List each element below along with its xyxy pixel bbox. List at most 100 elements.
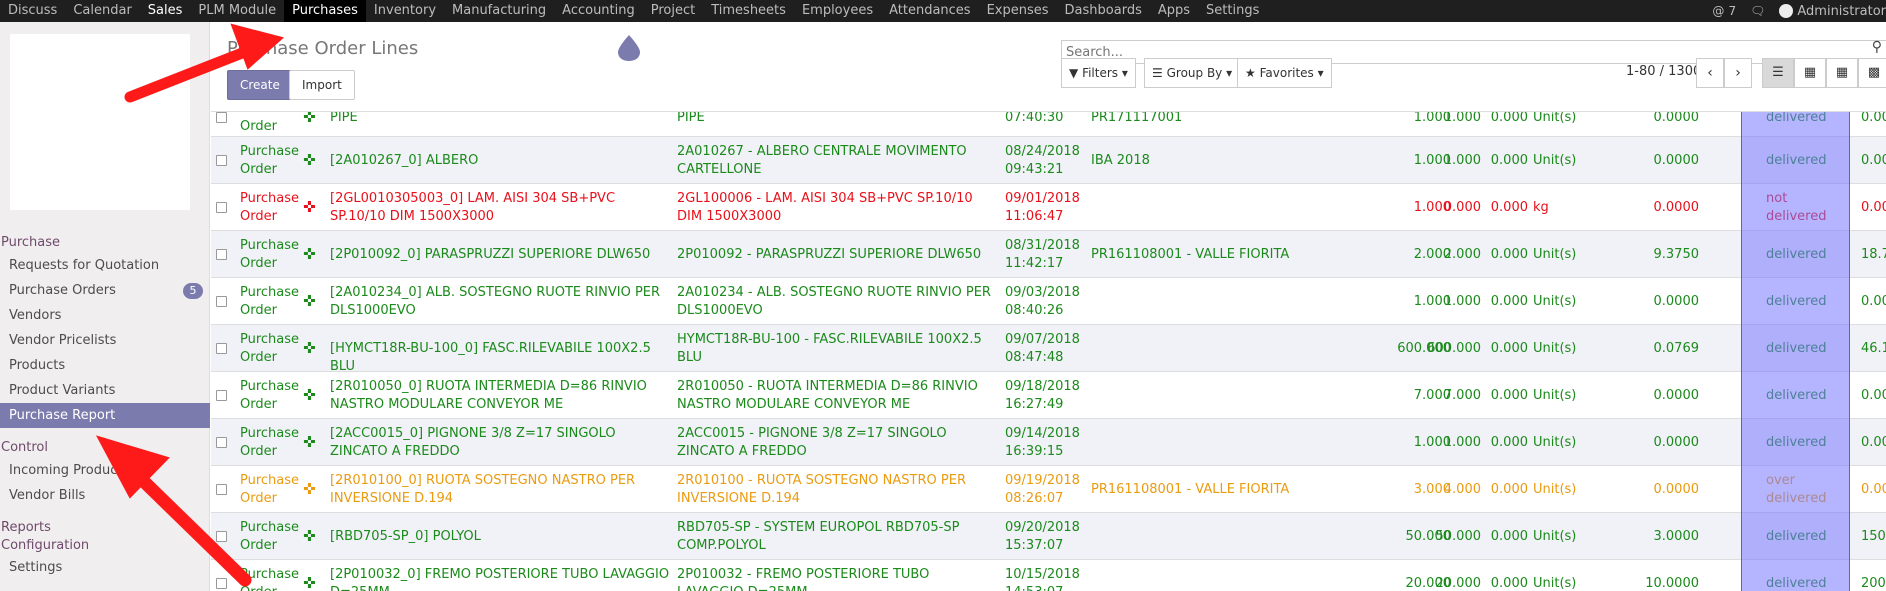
- sidebar-item-vendor-pricelists[interactable]: Vendor Pricelists: [0, 328, 210, 353]
- move-handle-icon[interactable]: ✜: [303, 480, 316, 498]
- menu-sales[interactable]: Sales: [140, 0, 191, 22]
- pager-next-button[interactable]: ›: [1724, 58, 1752, 88]
- table-row[interactable]: Purchase Order ✜ [2ACC0015_0] PIGNONE 3/8 …: [211, 419, 1886, 466]
- description-cell: 2GL100006 - LAM. AISI 304 SB+PVC SP.10/1…: [677, 190, 973, 224]
- graph-view-button[interactable]: ▩: [1858, 58, 1886, 88]
- date-cell: 09/14/2018 16:39:15: [1005, 425, 1080, 459]
- unit-price-cell: 0.0000: [1653, 387, 1700, 403]
- menu-attendances[interactable]: Attendances: [881, 0, 978, 22]
- chat-icon[interactable]: 🗨: [1750, 4, 1765, 18]
- order-cell: Purchase Order: [240, 425, 300, 459]
- table-row[interactable]: Purchase Order ✜ [2GL0010305003_0] LAM. AI…: [211, 184, 1886, 231]
- pivot-view-button[interactable]: ▦: [1826, 58, 1858, 88]
- row-checkbox[interactable]: [216, 201, 227, 213]
- subtotal-cell: 46.14: [1861, 340, 1886, 356]
- menu-inventory[interactable]: Inventory: [366, 0, 444, 22]
- uom-cell: Unit(s): [1533, 112, 1577, 125]
- menu-accounting[interactable]: Accounting: [554, 0, 643, 22]
- row-checkbox[interactable]: [216, 295, 227, 307]
- row-checkbox[interactable]: [216, 577, 227, 589]
- table-row[interactable]: Purchase Order ✜ [RBD705-SP_0] POLYOL RBD70…: [211, 513, 1886, 560]
- import-button[interactable]: Import: [289, 70, 355, 100]
- move-handle-icon[interactable]: ✜: [303, 112, 316, 126]
- control-panel: Purchase Order Lines Create Import ⚲ ▼ F…: [211, 22, 1886, 112]
- reference-cell: PR161108001 - VALLE FIORITA: [1091, 481, 1290, 497]
- search-icon[interactable]: ⚲: [1872, 39, 1882, 55]
- sidebar-item-vendor-bills[interactable]: Vendor Bills: [0, 483, 210, 508]
- row-checkbox[interactable]: [216, 436, 227, 448]
- menu-plm-module[interactable]: PLM Module: [190, 0, 284, 22]
- move-handle-icon[interactable]: ✜: [303, 527, 316, 545]
- row-checkbox[interactable]: [216, 154, 227, 166]
- sidebar-item-product-variants[interactable]: Product Variants: [0, 378, 210, 403]
- row-checkbox[interactable]: [216, 112, 227, 123]
- sidebar-item-purchase-report[interactable]: Purchase Report: [0, 403, 210, 428]
- move-handle-icon[interactable]: ✜: [303, 292, 316, 310]
- subtotal-cell: 0.00: [1861, 387, 1886, 403]
- row-checkbox[interactable]: [216, 530, 227, 542]
- table-row[interactable]: Purchase Order ✜ [2A010234_0] ALB. SOSTEGN…: [211, 278, 1886, 325]
- menu-project[interactable]: Project: [643, 0, 703, 22]
- order-cell: Purchase Order: [240, 237, 300, 271]
- move-handle-icon[interactable]: ✜: [303, 574, 316, 591]
- create-button[interactable]: Create: [227, 70, 293, 100]
- row-checkbox[interactable]: [216, 389, 227, 401]
- sidebar-item-requests-for-quotation[interactable]: Requests for Quotation: [0, 253, 210, 278]
- row-checkbox[interactable]: [216, 483, 227, 495]
- table-row[interactable]: Purchase Order ✜ [2R010050_0] RUOTA INTERM…: [211, 372, 1886, 419]
- menu-calendar[interactable]: Calendar: [65, 0, 139, 22]
- table-row[interactable]: Purchase Order ✜ [2R010100_0] RUOTA SOSTEG…: [211, 466, 1886, 513]
- menu-apps[interactable]: Apps: [1150, 0, 1198, 22]
- filter-icon: ▼: [1069, 66, 1079, 80]
- at-icon: @: [1712, 3, 1725, 18]
- uom-cell: Unit(s): [1533, 246, 1577, 262]
- billed-qty-cell: 0.000: [1490, 246, 1528, 262]
- table-row[interactable]: Purchase Order ✜ [2A010267_0] ALBERO 2A0102…: [211, 137, 1886, 184]
- billed-qty-cell: 0.000: [1490, 293, 1528, 309]
- pager-previous-button[interactable]: ‹: [1696, 58, 1724, 88]
- menu-discuss[interactable]: Discuss: [0, 0, 65, 22]
- menu-expenses[interactable]: Expenses: [979, 0, 1057, 22]
- menu-purchases[interactable]: Purchases: [284, 0, 366, 22]
- move-handle-icon[interactable]: ✜: [303, 386, 316, 404]
- sidebar-item-purchase-orders[interactable]: Purchase Orders 5: [0, 278, 210, 303]
- status-cell: delivered: [1766, 575, 1827, 591]
- user-menu[interactable]: Administrator: [1779, 4, 1886, 19]
- move-handle-icon[interactable]: ✜: [303, 151, 316, 169]
- sidebar-item-vendors[interactable]: Vendors: [0, 303, 210, 328]
- filters-button[interactable]: ▼ Filters ▾: [1061, 58, 1136, 88]
- move-handle-icon[interactable]: ✜: [303, 245, 316, 263]
- sidebar-item-settings[interactable]: Settings: [0, 555, 210, 580]
- product-cell: [2A010234_0] ALB. SOSTEGNO RUOTE RINVIO …: [330, 284, 661, 318]
- move-handle-icon[interactable]: ✜: [303, 433, 316, 451]
- product-cell: [2GL0010305003_0] LAM. AISI 304 SB+PVC S…: [330, 190, 616, 224]
- move-handle-icon[interactable]: ✜: [303, 198, 316, 216]
- activity-indicator[interactable]: @ 7: [1712, 4, 1736, 19]
- unit-price-cell: 0.0000: [1653, 152, 1700, 168]
- row-checkbox[interactable]: [216, 342, 227, 354]
- table-row[interactable]: Purchase Order ✜ [HYMCT18R-BU-100_0] FASC.…: [211, 325, 1886, 374]
- favorites-button[interactable]: ★ Favorites ▾: [1237, 58, 1332, 88]
- unit-price-cell: 3.0000: [1653, 528, 1700, 544]
- list-view-button[interactable]: ☰: [1762, 58, 1794, 88]
- menu-manufacturing[interactable]: Manufacturing: [444, 0, 554, 22]
- received-qty-cell: 4.000: [1443, 481, 1481, 497]
- row-checkbox[interactable]: [216, 248, 227, 260]
- description-cell: 2A010267 - ALBERO CENTRALE MOVIMENTO CAR…: [677, 143, 967, 177]
- sidebar-item-label: Products: [9, 358, 66, 373]
- menu-dashboards[interactable]: Dashboards: [1057, 0, 1150, 22]
- menu-timesheets[interactable]: Timesheets: [703, 0, 794, 22]
- calendar-view-button[interactable]: ▦: [1794, 58, 1826, 88]
- menu-settings[interactable]: Settings: [1198, 0, 1267, 22]
- sidebar-item-incoming-products[interactable]: Incoming Products: [0, 458, 210, 483]
- table-row[interactable]: Purchase Order✜ [2P010032_0] FREMO POSTER…: [211, 560, 1886, 591]
- menu-employees[interactable]: Employees: [794, 0, 881, 22]
- uom-cell: kg: [1533, 199, 1549, 215]
- table-row[interactable]: Purchase Order ✜ [2P010092_0] PARASPRUZZI …: [211, 231, 1886, 278]
- sidebar-item-products[interactable]: Products: [0, 353, 210, 378]
- received-qty-cell: 1.000: [1443, 293, 1481, 309]
- pager-value[interactable]: 1-80 / 1300: [1626, 64, 1701, 79]
- move-handle-icon[interactable]: ✜: [303, 339, 316, 357]
- group-by-button[interactable]: ☰ Group By ▾: [1144, 58, 1241, 88]
- table-row[interactable]: Purchase Order ✜ PIPE PIPE 07:40:30 PR1711170…: [211, 112, 1886, 137]
